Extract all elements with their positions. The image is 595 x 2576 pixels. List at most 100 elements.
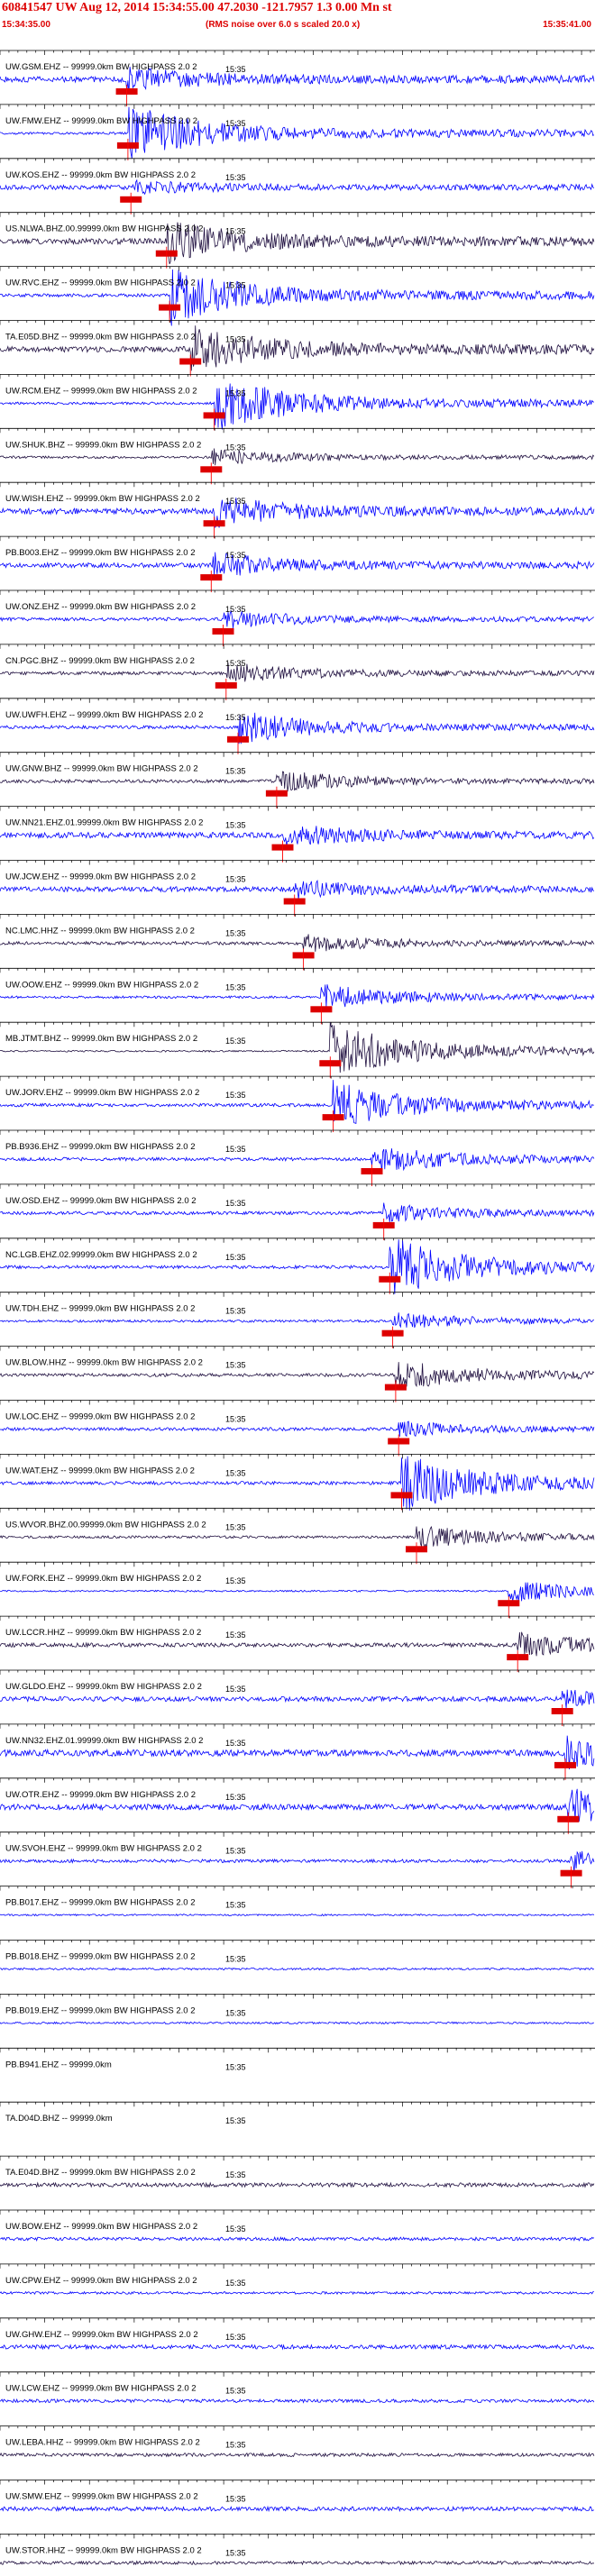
trace-row: UW.GLDO.EHZ -- 99999.0km BW HIGHPASS 2.0… (0, 1669, 595, 1726)
trace-row: UW.GNW.BHZ -- 99999.0km BW HIGHPASS 2.0 … (0, 752, 595, 808)
trace-row: UW.NN21.EHZ.01.99999.0km BW HIGHPASS 2.0… (0, 806, 595, 863)
trace-label: UW.LOC.EHZ -- 99999.0km BW HIGHPASS 2.0 … (5, 1412, 195, 1422)
trace-row: UW.FORK.EHZ -- 99999.0km BW HIGHPASS 2.0… (0, 1561, 595, 1619)
noise-note: (RMS noise over 6.0 s scaled 20.0 x) (206, 20, 361, 30)
trace-row: TA.D04D.BHZ -- 99999.0km 15:35 (0, 2101, 595, 2125)
waveform-trace (0, 2236, 595, 2243)
trace-row: UW.SVOH.EHZ -- 99999.0km BW HIGHPASS 2.0… (0, 1832, 595, 1888)
tick-label: 15:35 (225, 1361, 246, 1370)
tick-label: 15:35 (225, 2495, 246, 2504)
tick-label: 15:35 (225, 1901, 246, 1910)
waveform-trace (0, 1080, 594, 1124)
tick-label: 15:35 (225, 335, 246, 344)
start-time: 15:34:35.00 (2, 20, 50, 30)
tick-label: 15:35 (225, 1253, 246, 1262)
trace-label: NC.LGB.EHZ.02.99999.0km BW HIGHPASS 2.0 … (5, 1250, 197, 1260)
waveform-trace (0, 879, 595, 900)
trace-label: PB.B018.EHZ -- 99999.0km BW HIGHPASS 2.0… (5, 1952, 196, 1962)
event-title: 60841547 UW Aug 12, 2014 15:34:55.00 47.… (2, 1, 392, 14)
trace-label: UW.KOS.EHZ -- 99999.0km BW HIGHPASS 2.0 … (5, 170, 196, 180)
trace-row: UW.UWFH.EHZ -- 99999.0km BW HIGHPASS 2.0… (0, 698, 595, 754)
tick-label: 15:35 (225, 2008, 246, 2017)
trace-row: US.NLWA.BHZ.00.99999.0km BW HIGHPASS 2.0… (0, 212, 595, 269)
tick-label: 15:35 (225, 2116, 246, 2125)
trace-label: UW.GHW.EHZ -- 99999.0km BW HIGHPASS 2.0 … (5, 2330, 198, 2340)
trace-label: PB.B019.EHZ -- 99999.0km BW HIGHPASS 2.0… (5, 2005, 196, 2015)
tick-label: 15:35 (225, 1091, 246, 1100)
tick-label: 15:35 (225, 982, 246, 991)
waveform-trace (0, 610, 595, 629)
trace-label: UW.JORV.EHZ -- 99999.0km BW HIGHPASS 2.0… (5, 1088, 199, 1098)
waveform-trace (0, 2398, 595, 2404)
tick-label: 15:35 (225, 551, 246, 560)
trace-label: UW.ONZ.EHZ -- 99999.0km BW HIGHPASS 2.0 … (5, 602, 196, 612)
trace-label: MB.JTMT.BHZ -- 99999.0km BW HIGHPASS 2.0… (5, 1034, 197, 1044)
trace-row: PB.B018.EHZ -- 99999.0km BW HIGHPASS 2.0… (0, 1940, 595, 1971)
trace-label: PB.B017.EHZ -- 99999.0km BW HIGHPASS 2.0… (5, 1898, 196, 1908)
tick-label: 15:35 (225, 2441, 246, 2450)
waveform-trace (0, 448, 595, 466)
end-time: 15:35:41.00 (543, 20, 591, 30)
trace-label: UW.BOW.EHZ -- 99999.0km BW HIGHPASS 2.0 … (5, 2222, 197, 2232)
tick-label: 15:35 (225, 2548, 246, 2557)
trace-label: UW.SVOH.EHZ -- 99999.0km BW HIGHPASS 2.0… (5, 1844, 202, 1854)
tick-label: 15:35 (225, 2170, 246, 2179)
tick-label: 15:35 (225, 1468, 246, 1477)
tick-label: 15:35 (225, 1415, 246, 1424)
trace-row: PB.B003.EHZ -- 99999.0km BW HIGHPASS 2.0… (0, 535, 595, 593)
tick-label: 15:35 (225, 2333, 246, 2342)
record-header: 60841547 UW Aug 12, 2014 15:34:55.00 47.… (0, 0, 595, 36)
trace-row: UW.WISH.EHZ -- 99999.0km BW HIGHPASS 2.0… (0, 481, 595, 539)
trace-row: UW.FMW.EHZ -- 99999.0km BW HIGHPASS 2.0 … (0, 104, 595, 160)
tick-label: 15:35 (225, 875, 246, 884)
tick-label: 15:35 (225, 1522, 246, 1531)
waveform-trace (0, 1850, 595, 1873)
trace-row: CN.PGC.BHZ -- 99999.0km BW HIGHPASS 2.0 … (0, 644, 595, 700)
tick-label: 15:35 (225, 497, 246, 506)
tick-label: 15:35 (225, 1739, 246, 1748)
tick-label: 15:35 (225, 119, 246, 128)
trace-label: UW.CPW.EHZ -- 99999.0km BW HIGHPASS 2.0 … (5, 2276, 197, 2286)
tick-label: 15:35 (225, 2224, 246, 2233)
trace-label: PB.B003.EHZ -- 99999.0km BW HIGHPASS 2.0… (5, 548, 196, 558)
trace-row: TA.E04D.BHZ -- 99999.0km BW HIGHPASS 2.0… (0, 2155, 595, 2188)
trace-label: UW.RCM.EHZ -- 99999.0km BW HIGHPASS 2.0 … (5, 386, 197, 396)
waveform-trace (0, 178, 595, 196)
tick-label: 15:35 (225, 605, 246, 614)
tick-label: 15:35 (225, 173, 246, 182)
waveform-trace (0, 1022, 595, 1073)
trace-row: UW.SHUK.BHZ -- 99999.0km BW HIGHPASS 2.0… (0, 427, 595, 485)
trace-row: UW.GHW.EHZ -- 99999.0km BW HIGHPASS 2.0 … (0, 2317, 595, 2351)
trace-row: UW.LOC.EHZ -- 99999.0km BW HIGHPASS 2.0 … (0, 1400, 595, 1457)
trace-label: UW.LEBA.HHZ -- 99999.0km BW HIGHPASS 2.0… (5, 2438, 200, 2448)
tick-label: 15:35 (225, 1307, 246, 1316)
waveform-trace (0, 1420, 595, 1438)
trace-row: UW.LEBA.HHZ -- 99999.0km BW HIGHPASS 2.0… (0, 2425, 595, 2458)
trace-row: UW.RCM.EHZ -- 99999.0km BW HIGHPASS 2.0 … (0, 373, 595, 431)
waveform-trace (0, 1456, 595, 1511)
trace-label: UW.NN21.EHZ.01.99999.0km BW HIGHPASS 2.0… (5, 818, 203, 828)
trace-row: UW.OOW.EHZ -- 99999.0km BW HIGHPASS 2.0 … (0, 967, 595, 1025)
trace-row: PB.B017.EHZ -- 99999.0km BW HIGHPASS 2.0… (0, 1886, 595, 1917)
trace-label: NC.LMC.HHZ -- 99999.0km BW HIGHPASS 2.0 … (5, 926, 195, 936)
waveform-trace (0, 2560, 595, 2566)
trace-row: UW.LCW.EHZ -- 99999.0km BW HIGHPASS 2.0 … (0, 2371, 595, 2404)
trace-label: UW.JCW.EHZ -- 99999.0km BW HIGHPASS 2.0 … (5, 872, 196, 882)
trace-label: UW.NN32.EHZ.01.99999.0km BW HIGHPASS 2.0… (5, 1736, 203, 1746)
tick-label: 15:35 (225, 65, 246, 74)
waveform-trace (0, 2452, 595, 2458)
trace-label: PB.B936.EHZ -- 99999.0km BW HIGHPASS 2.0… (5, 1142, 196, 1152)
trace-row: NC.LGB.EHZ.02.99999.0km BW HIGHPASS 2.0 … (0, 1238, 595, 1294)
trace-row: UW.JORV.EHZ -- 99999.0km BW HIGHPASS 2.0… (0, 1075, 595, 1133)
trace-row: UW.LCCR.HHZ -- 99999.0km BW HIGHPASS 2.0… (0, 1615, 595, 1673)
trace-label: UW.OOW.EHZ -- 99999.0km BW HIGHPASS 2.0 … (5, 980, 198, 990)
waveform-trace (0, 2181, 595, 2188)
waveform-trace (0, 106, 595, 159)
trace-row: UW.RVC.EHZ -- 99999.0km BW HIGHPASS 2.0 … (0, 266, 595, 326)
trace-row: UW.NN32.EHZ.01.99999.0km BW HIGHPASS 2.0… (0, 1723, 595, 1780)
trace-label: UW.WAT.EHZ -- 99999.0km BW HIGHPASS 2.0 … (5, 1466, 195, 1475)
trace-row: NC.LMC.HHZ -- 99999.0km BW HIGHPASS 2.0 … (0, 914, 595, 971)
waveform-trace (0, 771, 595, 792)
trace-label: UW.BLOW.HHZ -- 99999.0km BW HIGHPASS 2.0… (5, 1358, 203, 1368)
trace-row: PB.B019.EHZ -- 99999.0km BW HIGHPASS 2.0… (0, 1993, 595, 2025)
